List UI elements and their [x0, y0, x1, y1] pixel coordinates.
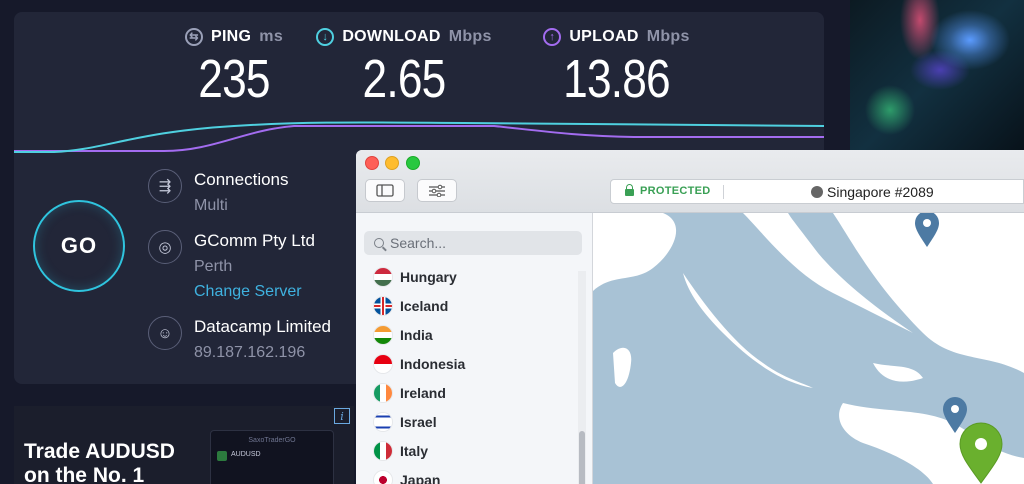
sliders-icon: [429, 184, 445, 197]
ireland-flag-icon: [374, 384, 392, 402]
country-item-indonesia[interactable]: Indonesia: [374, 354, 465, 374]
status-divider: [723, 185, 724, 199]
download-value: 2.65: [362, 49, 447, 109]
download-metric: ↓ DOWNLOAD Mbps 2.65: [304, 28, 504, 110]
globe-icon: [811, 186, 823, 198]
search-icon: [374, 238, 384, 248]
country-label: India: [400, 327, 433, 343]
ad-info-icon[interactable]: i: [334, 408, 350, 424]
isp-info: ◎ GComm Pty Ltd Perth Change Server: [148, 230, 315, 303]
country-item-japan[interactable]: Japan: [374, 470, 440, 484]
lock-icon: [625, 184, 634, 196]
window-toolbar: PROTECTED Singapore #2089: [356, 150, 1024, 213]
country-label: Japan: [400, 472, 441, 484]
search-input[interactable]: [390, 235, 570, 251]
ping-value: 235: [198, 49, 270, 109]
country-item-ireland[interactable]: Ireland: [374, 383, 446, 403]
ad-app-brand: SaxoTraderGO: [248, 437, 296, 444]
ping-icon: ⇆: [184, 28, 203, 46]
host-name: Datacamp Limited: [194, 317, 332, 336]
indonesia-flag-icon: [374, 355, 392, 373]
close-window-button[interactable]: [365, 156, 379, 170]
country-label: Iceland: [400, 298, 449, 314]
country-label: Indonesia: [400, 356, 466, 372]
connected-server: Singapore #2089: [811, 184, 934, 200]
go-button[interactable]: GO: [33, 200, 125, 292]
connections-title: Connections: [194, 170, 289, 189]
connections-info[interactable]: ⇶ Connections Multi: [148, 169, 289, 217]
country-label: Ireland: [400, 385, 446, 401]
israel-flag-icon: [374, 413, 392, 431]
download-unit: Mbps: [448, 28, 492, 45]
country-item-india[interactable]: India: [374, 325, 433, 345]
settings-button[interactable]: [417, 179, 457, 202]
ping-unit: ms: [259, 28, 284, 45]
country-label: Israel: [400, 414, 437, 430]
host-info: ☺ Datacamp Limited 89.187.162.196: [148, 316, 331, 364]
connection-status-bar[interactable]: PROTECTED Singapore #2089: [610, 179, 1024, 204]
scrollbar-thumb[interactable]: [579, 431, 585, 484]
isp-name: GComm Pty Ltd: [194, 231, 315, 250]
country-item-israel[interactable]: Israel: [374, 412, 437, 432]
user-icon: ☺: [148, 316, 182, 350]
india-flag-icon: [374, 326, 392, 344]
upload-metric: ↑ UPLOAD Mbps 13.86: [529, 28, 704, 110]
isp-location: Perth: [194, 258, 233, 275]
country-label: Hungary: [400, 269, 457, 285]
iceland-flag-icon: [374, 297, 392, 315]
zoom-window-button[interactable]: [406, 156, 420, 170]
minimize-window-button[interactable]: [385, 156, 399, 170]
hungary-flag-icon: [374, 268, 392, 286]
server-pin-icon[interactable]: [913, 213, 941, 249]
country-list-pane: Hungary Iceland India Indonesia Ireland …: [356, 213, 593, 484]
japan-flag-icon: [374, 471, 392, 484]
active-server-pin-icon[interactable]: [958, 421, 1004, 484]
host-ip: 89.187.162.196: [194, 344, 306, 361]
server-map[interactable]: [593, 213, 1024, 484]
country-item-italy[interactable]: Italy: [374, 441, 428, 461]
upload-arrow-icon: ↑: [543, 28, 562, 46]
search-box[interactable]: [364, 231, 582, 255]
upload-value: 13.86: [563, 49, 671, 109]
ad-title[interactable]: Trade AUDUSD on the No. 1: [24, 440, 204, 484]
download-label: DOWNLOAD: [342, 28, 441, 45]
vpn-window: PROTECTED Singapore #2089 Hungary Icelan…: [356, 150, 1024, 484]
protected-status: PROTECTED: [625, 184, 711, 197]
italy-flag-icon: [374, 442, 392, 460]
advertisement[interactable]: Trade AUDUSD on the No. 1 SaxoTraderGO A…: [14, 406, 354, 484]
country-list-scrollbar[interactable]: [578, 271, 586, 484]
download-arrow-icon: ↓: [316, 28, 335, 46]
background-photo: [850, 0, 1024, 150]
protected-label: PROTECTED: [640, 185, 711, 197]
ad-pair: AUDUSD: [231, 451, 261, 458]
ad-symbol-icon: [217, 451, 227, 461]
upload-label: UPLOAD: [569, 28, 639, 45]
sidebar-toggle-button[interactable]: [365, 179, 405, 202]
sidebar-icon: [376, 184, 394, 197]
connections-icon: ⇶: [148, 169, 182, 203]
ad-app-screenshot: SaxoTraderGO AUDUSD: [210, 430, 334, 484]
country-label: Italy: [400, 443, 429, 459]
ping-metric: ⇆ PING ms 235: [164, 28, 304, 110]
upload-unit: Mbps: [646, 28, 690, 45]
change-server-link[interactable]: Change Server: [194, 281, 315, 303]
globe-icon: ◎: [148, 230, 182, 264]
country-item-hungary[interactable]: Hungary: [374, 267, 457, 287]
ping-label: PING: [210, 28, 252, 45]
country-item-iceland[interactable]: Iceland: [374, 296, 448, 316]
server-name: Singapore #2089: [827, 184, 934, 200]
connections-value: Multi: [194, 197, 228, 214]
